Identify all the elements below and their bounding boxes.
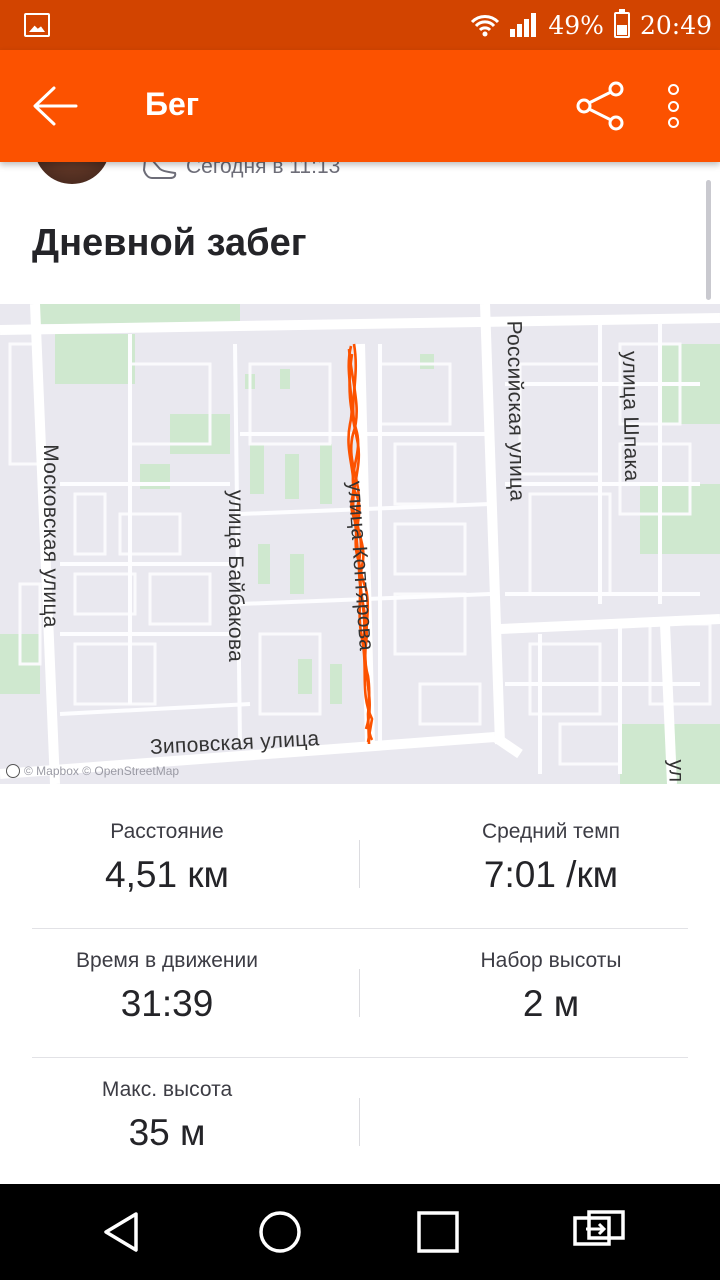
stat-label: Макс. высота <box>101 1078 233 1101</box>
image-icon <box>24 13 50 37</box>
divider <box>359 1098 360 1146</box>
divider <box>359 840 360 888</box>
map-minor-streets <box>59 324 700 774</box>
page-title: Бег <box>145 86 200 122</box>
scrollbar[interactable] <box>706 180 711 300</box>
stat-label: Набор высоты <box>480 949 622 972</box>
stat-elevation-gain: Набор высоты 2 м <box>386 949 716 1025</box>
stat-pace: Средний темп 7:01 /км <box>386 820 716 896</box>
app-bar: Бег <box>0 50 720 162</box>
share-icon[interactable] <box>574 80 626 132</box>
street-label: ул <box>664 759 688 783</box>
system-nav-bar <box>0 1184 720 1280</box>
street-label: улица Шпака <box>617 350 644 482</box>
attribution-text: © Mapbox © OpenStreetMap <box>24 764 180 778</box>
status-bar-right: 49% 20:49 <box>470 0 712 50</box>
map-attribution[interactable]: © Mapbox © OpenStreetMap <box>6 764 179 778</box>
stat-distance: Расстояние 4,51 км <box>2 820 332 896</box>
divider <box>32 1057 688 1058</box>
mapbox-logo-icon <box>6 764 20 778</box>
circle-home-icon[interactable] <box>256 1208 304 1256</box>
triangle-back-icon[interactable] <box>98 1208 146 1256</box>
stat-label: Время в движении <box>76 949 258 972</box>
battery-percent: 49% <box>548 10 604 40</box>
divider <box>32 928 688 929</box>
stat-label: Расстояние <box>110 820 224 843</box>
arrow-back-icon[interactable] <box>30 84 80 128</box>
stat-label: Средний темп <box>481 820 621 843</box>
stat-value: 35 м <box>128 1112 206 1153</box>
stat-value: 4,51 км <box>105 854 229 895</box>
street-label: Московская улица <box>39 444 62 628</box>
wifi-icon <box>471 15 500 37</box>
activity-title: Дневной забег <box>32 222 307 264</box>
stat-max-elevation: Макс. высота 35 м <box>2 1078 332 1154</box>
street-label: Российская улица <box>502 320 529 502</box>
switch-apps-icon[interactable] <box>572 1208 626 1256</box>
stat-value: 2 м <box>522 983 580 1024</box>
stat-moving-time: Время в движении 31:39 <box>2 949 332 1025</box>
street-label: улица Байбакова <box>224 489 247 663</box>
clock: 20:49 <box>639 10 712 40</box>
stat-value: 7:01 /км <box>483 854 619 895</box>
stat-value: 31:39 <box>120 983 214 1024</box>
signal-icon <box>510 13 538 37</box>
route-map[interactable]: Московская улица улица Байбакова улица К… <box>0 304 720 784</box>
battery-icon <box>613 9 630 38</box>
more-vert-icon[interactable] <box>660 80 686 132</box>
square-recents-icon[interactable] <box>414 1208 462 1256</box>
stats-panel: Расстояние 4,51 км Средний темп 7:01 /км… <box>0 784 720 1184</box>
status-bar: 49% 20:49 <box>0 0 720 50</box>
divider <box>359 969 360 1017</box>
